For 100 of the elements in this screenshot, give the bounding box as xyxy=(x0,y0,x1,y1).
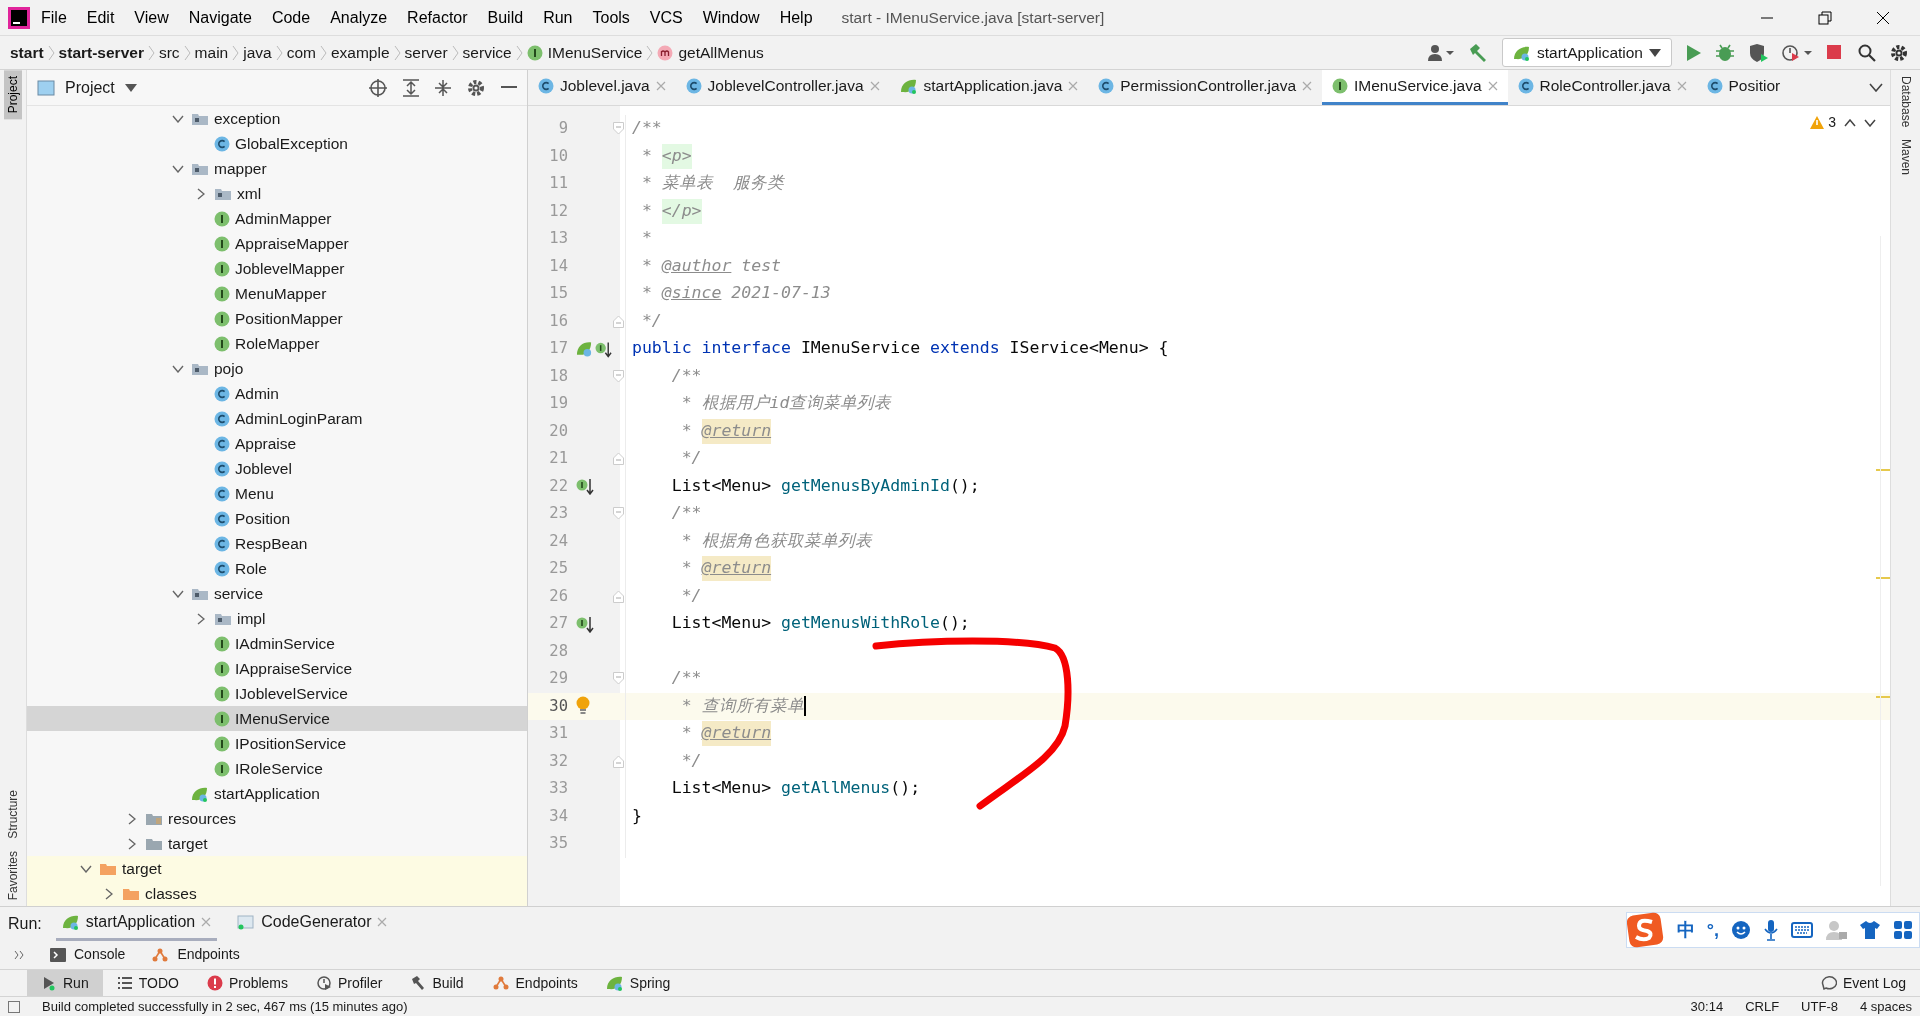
ime-logo-icon[interactable] xyxy=(1626,912,1665,948)
breadcrumb-item[interactable]: main xyxy=(190,40,233,65)
tree-item[interactable]: startApplication xyxy=(27,781,527,806)
grid-icon[interactable] xyxy=(1893,920,1913,940)
keyboard-icon[interactable] xyxy=(1791,922,1813,938)
tree-item[interactable]: GlobalException xyxy=(27,131,527,156)
breadcrumb-item[interactable]: start xyxy=(6,40,48,65)
menu-title[interactable]: Window xyxy=(693,2,769,33)
tree-item[interactable]: target xyxy=(27,856,527,881)
tree-item[interactable]: Menu xyxy=(27,481,527,506)
tree-item[interactable]: JoblevelMapper xyxy=(27,256,527,281)
tree-item[interactable]: IAppraiseService xyxy=(27,656,527,681)
tree-item[interactable]: Admin xyxy=(27,381,527,406)
chevron-right-icon[interactable] xyxy=(128,812,136,825)
tool-window-tab[interactable]: Favorites xyxy=(4,844,22,906)
hammer-icon[interactable] xyxy=(1468,42,1488,63)
menu-title[interactable]: Tools xyxy=(583,2,639,33)
smiley-icon[interactable] xyxy=(1731,920,1751,940)
tree-item[interactable]: impl xyxy=(27,606,527,631)
chevron-down-icon[interactable] xyxy=(172,364,184,373)
tool-window-tab[interactable]: Structure xyxy=(4,783,22,845)
menu-title[interactable]: Build xyxy=(478,2,533,33)
bug-icon[interactable] xyxy=(1716,43,1734,62)
editor-tab[interactable]: IMenuService.java xyxy=(1322,70,1508,105)
implemented-down-icon[interactable] xyxy=(576,477,594,496)
menu-title[interactable]: Refactor xyxy=(398,2,477,33)
tree-item[interactable]: service xyxy=(27,581,527,606)
editor-tab[interactable]: startApplication.java xyxy=(889,70,1089,105)
menu-title[interactable]: File xyxy=(32,2,76,33)
tool-window-button[interactable]: Spring xyxy=(591,970,685,996)
expand-all-icon[interactable] xyxy=(403,78,419,97)
file-encoding[interactable]: UTF-8 xyxy=(1801,996,1838,1016)
chevron-right-icon[interactable] xyxy=(197,187,205,200)
chevron-down-icon[interactable] xyxy=(1868,83,1883,92)
shirt-icon[interactable] xyxy=(1859,920,1881,940)
tree-item[interactable]: classes xyxy=(27,881,527,906)
chevron-down-icon[interactable] xyxy=(172,114,184,123)
tool-window-button[interactable]: Profiler xyxy=(302,970,397,996)
menu-title[interactable]: Help xyxy=(770,2,822,33)
menu-title[interactable]: Code xyxy=(262,2,320,33)
breadcrumb-item[interactable]: getAllMenus xyxy=(653,40,768,65)
caret-icon[interactable] xyxy=(124,83,137,92)
tree-item[interactable]: Appraise xyxy=(27,431,527,456)
tool-window-button[interactable]: Build xyxy=(396,970,478,996)
run-tab[interactable]: startApplication xyxy=(55,906,218,941)
chevron-down-icon[interactable] xyxy=(1864,118,1876,127)
chevron-right-icon[interactable] xyxy=(128,837,136,850)
editor-tab[interactable]: PermissionController.java xyxy=(1088,70,1323,105)
tree-item[interactable]: target xyxy=(27,831,527,856)
breadcrumb-item[interactable]: example xyxy=(326,40,394,65)
breadcrumb-item[interactable]: IMenuService xyxy=(522,40,647,65)
menu-title[interactable]: Navigate xyxy=(179,2,261,33)
tool-window-tab[interactable]: Maven xyxy=(1896,133,1915,182)
chevron-right-icon[interactable] xyxy=(105,887,113,900)
run-icon[interactable] xyxy=(1686,43,1702,62)
editor-tab[interactable]: JoblevelController.java xyxy=(675,70,890,105)
tree-item[interactable]: Role xyxy=(27,556,527,581)
menu-title[interactable]: Analyze xyxy=(321,2,397,33)
chevron-right-icon[interactable] xyxy=(197,612,205,625)
tool-window-tab[interactable]: Database xyxy=(1896,70,1915,134)
run-tab[interactable]: CodeGenerator xyxy=(231,906,394,941)
tree-item[interactable]: RoleMapper xyxy=(27,331,527,356)
search-icon[interactable] xyxy=(1858,43,1876,62)
run-subtab[interactable]: Endpoints xyxy=(151,944,240,965)
close-icon[interactable] xyxy=(1876,10,1890,25)
indent-setting[interactable]: 4 spaces xyxy=(1859,996,1912,1016)
input-mode-toggle[interactable]: 中 xyxy=(1676,916,1695,944)
tree-item[interactable]: xml xyxy=(27,181,527,206)
tree-item[interactable]: pojo xyxy=(27,356,527,381)
tree-item[interactable]: mapper xyxy=(27,156,527,181)
panel-title-dropdown[interactable]: Project xyxy=(65,75,115,100)
tree-item[interactable]: IPositionService xyxy=(27,731,527,756)
breadcrumb-item[interactable]: start-server xyxy=(54,40,148,65)
tree-item[interactable]: resources xyxy=(27,806,527,831)
tool-window-button[interactable]: Run xyxy=(27,970,103,996)
editor-tab[interactable]: Joblevel.java xyxy=(528,70,676,105)
event-log-button[interactable]: Event Log xyxy=(1820,972,1906,994)
microphone-icon[interactable] xyxy=(1763,919,1779,941)
warning-count[interactable]: 3 xyxy=(1810,112,1836,133)
tree-item[interactable]: Joblevel xyxy=(27,456,527,481)
tool-window-tab[interactable]: Project xyxy=(4,70,22,120)
tool-window-button[interactable]: TODO xyxy=(102,970,193,996)
chevron-down-icon[interactable] xyxy=(80,864,92,873)
more-icon[interactable] xyxy=(14,949,24,960)
implemented-down-icon[interactable] xyxy=(576,614,594,633)
editor-tab[interactable]: Positior xyxy=(1696,70,1791,105)
punctuation-toggle[interactable]: °, xyxy=(1706,916,1719,944)
run-configuration-dropdown[interactable]: startApplication xyxy=(1502,37,1672,68)
tree-item[interactable]: IAdminService xyxy=(27,631,527,656)
tree-item[interactable]: RespBean xyxy=(27,531,527,556)
tree-item[interactable]: AdminLoginParam xyxy=(27,406,527,431)
stop-icon[interactable] xyxy=(1826,43,1844,62)
implemented-down-icon[interactable] xyxy=(595,339,612,358)
tool-window-button[interactable]: Endpoints xyxy=(477,970,592,996)
breadcrumb-item[interactable]: java xyxy=(239,40,276,65)
chevron-down-icon[interactable] xyxy=(172,164,184,173)
tree-item[interactable]: MenuMapper xyxy=(27,281,527,306)
editor-tab[interactable]: RoleController.java xyxy=(1507,70,1697,105)
line-separator[interactable]: CRLF xyxy=(1745,996,1780,1016)
breadcrumb-item[interactable]: server xyxy=(400,40,452,65)
